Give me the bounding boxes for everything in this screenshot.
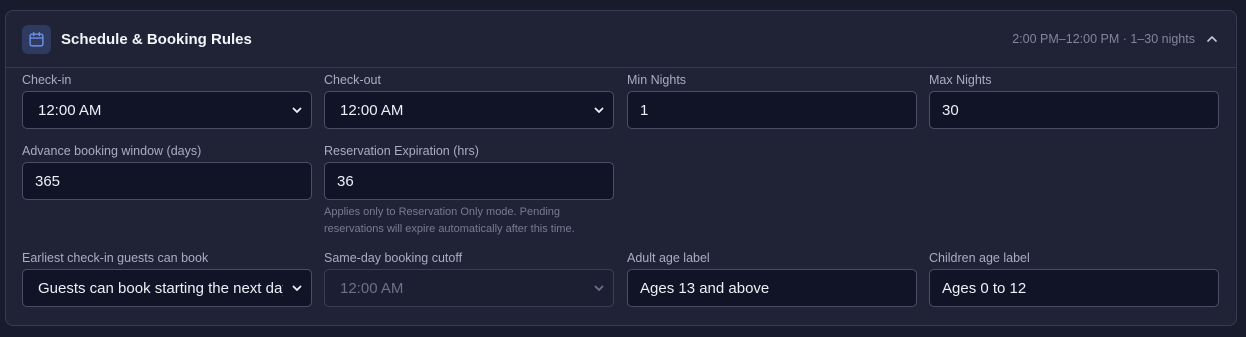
chevron-down-icon — [585, 270, 613, 306]
panel-title: Schedule & Booking Rules — [61, 31, 252, 48]
advance-window-label: Advance booking window (days) — [22, 144, 202, 158]
advance-window-input[interactable] — [22, 162, 312, 200]
adult-age-label-input[interactable] — [627, 269, 917, 307]
chevron-down-icon — [283, 270, 311, 306]
chevron-up-icon[interactable] — [1204, 31, 1220, 47]
schedule-summary: 2:00 PM–12:00 PM · 1–30 nights — [1012, 32, 1195, 46]
checkout-select[interactable]: 12:00 AM — [324, 91, 614, 129]
help-line: reservations will expire automatically a… — [324, 223, 575, 235]
reservation-expiration-input[interactable] — [324, 162, 614, 200]
reservation-expiration-label: Reservation Expiration (hrs) — [324, 144, 479, 158]
chevron-down-icon — [585, 92, 613, 128]
checkin-value: 12:00 AM — [38, 101, 102, 119]
earliest-checkin-select[interactable]: Guests can book starting the next day — [22, 269, 312, 307]
children-age-label-label: Children age label — [929, 251, 1030, 265]
checkin-label: Check-in — [22, 73, 72, 87]
schedule-booking-rules-panel: Schedule & Booking Rules 2:00 PM–12:00 P… — [5, 10, 1237, 326]
same-day-cutoff-label: Same-day booking cutoff — [324, 251, 463, 265]
checkout-value: 12:00 AM — [340, 101, 404, 119]
same-day-cutoff-value: 12:00 AM — [340, 279, 404, 297]
help-line: Applies only to Reservation Only mode. P… — [324, 206, 561, 218]
earliest-checkin-label: Earliest check-in guests can book — [22, 251, 209, 265]
chevron-down-icon — [283, 92, 311, 128]
reservation-expiration-help: Applies only to Reservation Only mode. P… — [324, 204, 614, 238]
min-nights-label: Min Nights — [627, 73, 687, 87]
checkin-select[interactable]: 12:00 AM — [22, 91, 312, 129]
max-nights-input[interactable] — [929, 91, 1219, 129]
adult-age-label-label: Adult age label — [627, 251, 710, 265]
children-age-label-input[interactable] — [929, 269, 1219, 307]
panel-header[interactable]: Schedule & Booking Rules 2:00 PM–12:00 P… — [6, 11, 1236, 68]
checkout-label: Check-out — [324, 73, 381, 87]
calendar-icon — [22, 25, 51, 54]
min-nights-input[interactable] — [627, 91, 917, 129]
max-nights-label: Max Nights — [929, 73, 992, 87]
earliest-checkin-value: Guests can book starting the next day — [38, 279, 283, 297]
same-day-cutoff-select[interactable]: 12:00 AM — [324, 269, 614, 307]
